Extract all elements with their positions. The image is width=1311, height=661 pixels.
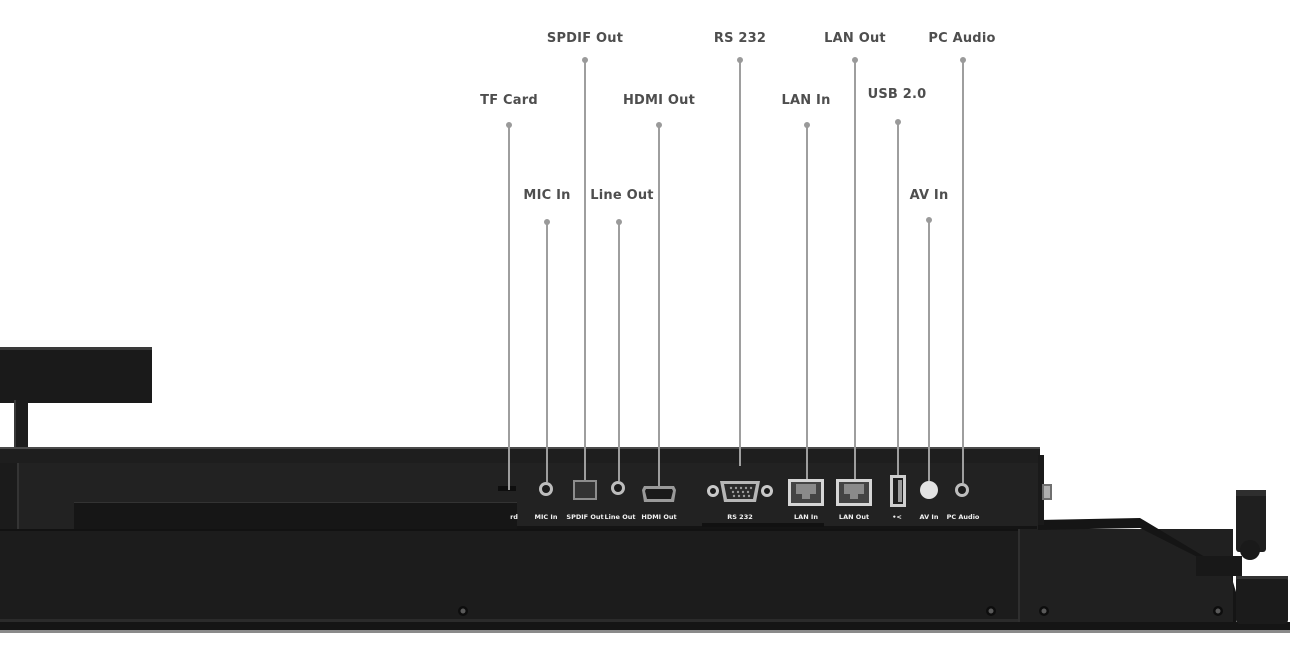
leader-line-mic-in: [546, 222, 548, 482]
callout-tf-card: TF Card: [480, 93, 538, 108]
screw-icon: [1213, 606, 1223, 616]
leader-line-lan-in: [806, 125, 808, 479]
leader-line-av-in: [928, 220, 930, 481]
panel-label-lan-in: LAN In: [794, 513, 818, 521]
left-bracket-arm: [14, 400, 28, 448]
av-in-port: [920, 481, 938, 499]
tf-card-slot: [498, 486, 516, 491]
chassis-top-strip: [0, 447, 1040, 463]
screw-icon: [458, 606, 468, 616]
leader-dot-lan-out: [852, 57, 858, 63]
spdif-out-port: [573, 480, 597, 500]
leader-dot-av-in: [926, 217, 932, 223]
callout-lan-in: LAN In: [781, 93, 831, 108]
callout-spdif-out: SPDIF Out: [546, 31, 624, 46]
leader-line-tf-card: [508, 125, 510, 490]
leader-line-lan-out: [854, 60, 856, 479]
panel-label-lan-out: LAN Out: [838, 513, 870, 521]
screw-icon: [986, 606, 996, 616]
stand-foot: [1236, 576, 1288, 624]
callout-hdmi-out: HDMI Out: [622, 93, 696, 108]
leader-dot-mic-in: [544, 219, 550, 225]
callout-rs-232: RS 232: [713, 31, 767, 46]
pc-audio-port: [955, 483, 969, 497]
panel-label-mic-in: MIC In: [534, 513, 558, 521]
mic-in-port: [539, 482, 553, 496]
leader-dot-tf-card: [506, 122, 512, 128]
panel-label-spdif-out: SPDIF Out: [566, 513, 604, 521]
lan-in-port: [788, 479, 824, 506]
callout-av-in: AV In: [909, 188, 949, 203]
screw-icon: [1039, 606, 1049, 616]
callout-mic-in: MIC In: [523, 188, 571, 203]
callout-lan-out: LAN Out: [824, 31, 886, 46]
panel-label-rs-232: RS 232: [727, 513, 753, 521]
usb-2-0-port: [890, 475, 906, 507]
chassis-bottom: [0, 529, 1018, 622]
usb-icon: •<: [892, 513, 902, 521]
panel-label-tf-card: rd: [510, 513, 518, 521]
leader-dot-line-out: [616, 219, 622, 225]
lower-recess: [74, 502, 517, 529]
hdmi-out-port: [642, 486, 676, 502]
callout-usb-2-0: USB 2.0: [867, 87, 927, 102]
leader-line-hdmi-out: [658, 125, 660, 486]
leader-dot-hdmi-out: [656, 122, 662, 128]
leader-dot-lan-in: [804, 122, 810, 128]
leader-dot-rs-232: [737, 57, 743, 63]
panel-label-line-out: Line Out: [604, 513, 636, 521]
panel-label-pc-audio: PC Audio: [946, 513, 980, 521]
leader-dot-spdif-out: [582, 57, 588, 63]
leader-dot-pc-audio: [960, 57, 966, 63]
line-out-port: [611, 481, 625, 495]
left-bracket: [0, 347, 152, 403]
leader-line-line-out: [618, 222, 620, 481]
callout-pc-audio: PC Audio: [928, 31, 996, 46]
panel-label-hdmi-out: HDMI Out: [641, 513, 677, 521]
callout-line-out: Line Out: [590, 188, 654, 203]
panel-label-av-in: AV In: [919, 513, 939, 521]
leader-line-usb-2-0: [897, 122, 899, 475]
rear-io-panel-diagram: rd MIC In SPDIF Out Line Out HDMI Out RS…: [0, 0, 1311, 661]
leader-line-spdif-out: [584, 60, 586, 480]
leader-line-pc-audio: [962, 60, 964, 483]
leader-dot-usb-2-0: [895, 119, 901, 125]
lan-out-port: [836, 479, 872, 506]
leader-line-rs-232: [739, 60, 741, 466]
